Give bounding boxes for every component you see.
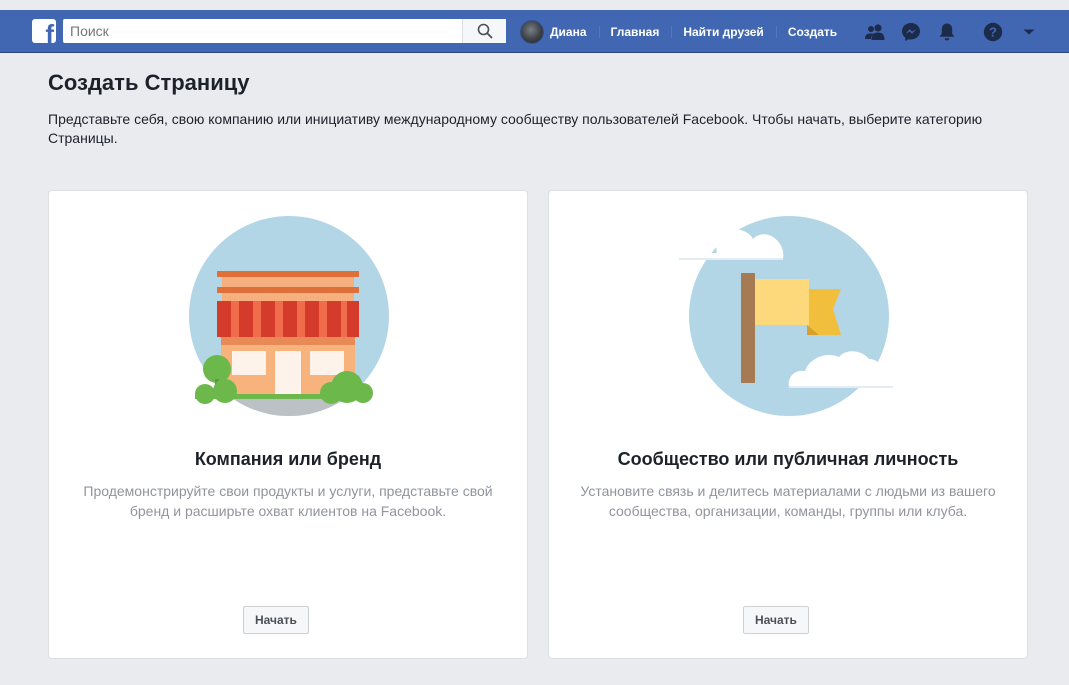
card-business-description: Продемонстрируйте свои продукты и услуги… [83, 483, 493, 519]
facebook-logo-icon[interactable]: f [32, 19, 56, 43]
notifications-icon [939, 23, 955, 40]
card-community[interactable]: Сообщество или публичная личность Устано… [548, 190, 1028, 659]
profile-link[interactable]: Диана [518, 19, 599, 44]
nav-create-link[interactable]: Создать [775, 23, 849, 41]
nav-home-link[interactable]: Главная [598, 23, 672, 41]
business-start-button[interactable]: Начать [243, 606, 309, 634]
card-business[interactable]: Компания или бренд Продемонстрируйте сво… [48, 190, 528, 659]
friend-requests-button[interactable] [857, 10, 893, 53]
messenger-button[interactable] [893, 10, 929, 53]
nav-find-friends-link[interactable]: Найти друзей [671, 23, 775, 41]
profile-name: Диана [550, 24, 587, 39]
search-box [63, 19, 506, 43]
friends-icon [865, 23, 885, 40]
search-icon [477, 23, 492, 39]
avatar [520, 19, 544, 44]
help-button[interactable]: ? [975, 10, 1011, 53]
header-nav: Диана Главная Найти друзей Создать ? [518, 10, 1047, 53]
top-navigation-bar: f Диана Главная Найти друзей Создать [0, 10, 1069, 53]
search-input[interactable] [63, 19, 458, 43]
storefront-illustration [189, 216, 389, 416]
community-start-button[interactable]: Начать [743, 606, 809, 634]
search-button[interactable] [462, 19, 506, 43]
page-intro: Представьте себя, свою компанию или иниц… [48, 111, 983, 146]
notifications-button[interactable] [929, 10, 965, 53]
card-business-title: Компания или бренд [194, 449, 382, 469]
menu-caret-icon [1023, 29, 1035, 34]
card-community-title: Сообщество или публичная личность [617, 449, 959, 469]
card-community-description: Установите связь и делитесь материалами … [580, 483, 996, 519]
help-icon: ? [983, 22, 1003, 41]
account-menu-button[interactable] [1011, 10, 1047, 53]
svg-text:?: ? [989, 24, 997, 39]
flag-illustration [679, 216, 893, 416]
header-icons: ? [857, 10, 1047, 53]
messenger-icon [902, 22, 921, 41]
page-title: Создать Страницу [48, 70, 250, 95]
